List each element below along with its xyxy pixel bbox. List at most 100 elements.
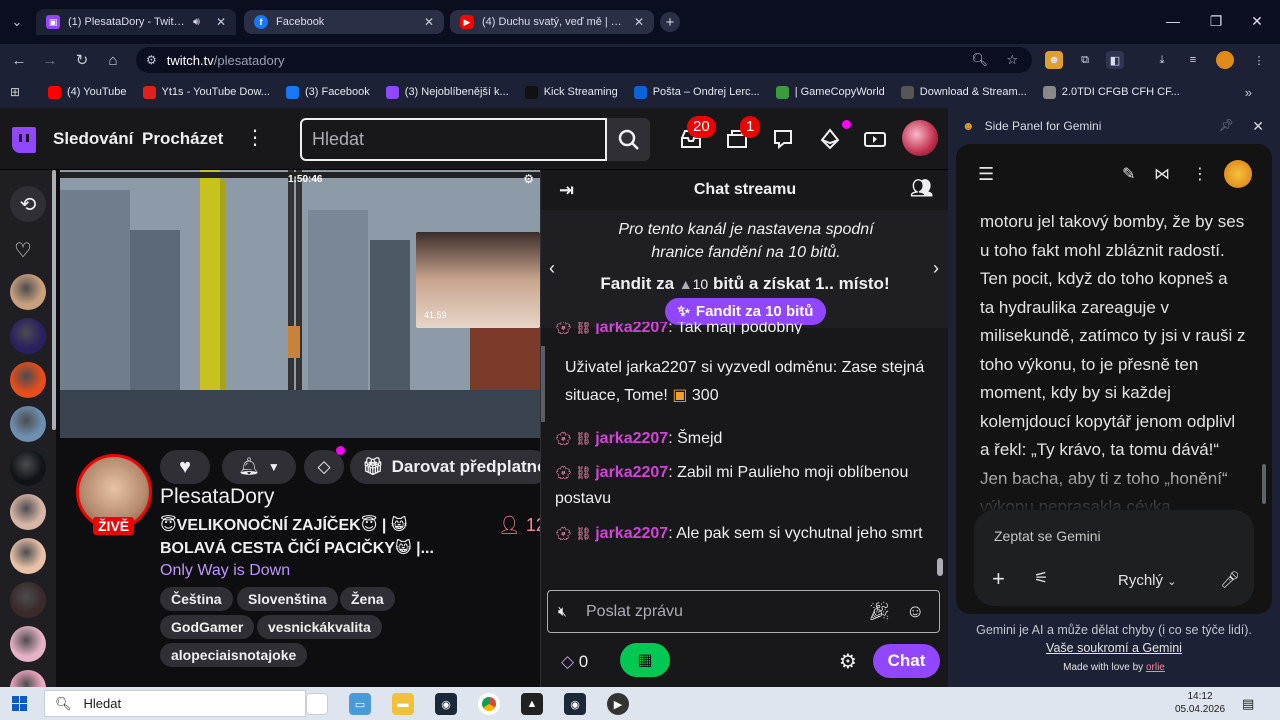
followed-channel-avatar[interactable] (10, 274, 46, 310)
gemini-prompt-box[interactable]: Zeptat se Gemini + ⚟ Rychlý ⌄ 🎤︎ (974, 510, 1254, 606)
download-icon[interactable]: ⤓ (1153, 51, 1171, 69)
nav-browse[interactable]: Procházet (142, 129, 223, 149)
followed-channel-avatar[interactable] (10, 362, 46, 398)
search-button[interactable] (607, 118, 650, 161)
gemini-profile-avatar[interactable] (1224, 160, 1252, 188)
media-queue-icon[interactable]: ≡ (1184, 51, 1202, 69)
browser-menu-icon[interactable]: ⋮ (1250, 51, 1268, 69)
followed-channel-avatar[interactable] (10, 450, 46, 486)
bookmark-star-icon[interactable]: ☆ (1006, 52, 1018, 68)
turbo-icon[interactable] (863, 127, 887, 151)
model-mode-select[interactable]: Rychlý ⌄ (1118, 572, 1176, 589)
gift-bits-button[interactable]: ◇ (304, 450, 344, 484)
bookmark-item[interactable]: 2.0TDI CFGB CFH CF... (1042, 85, 1180, 99)
tag[interactable]: vesnickákvalita (257, 615, 382, 639)
user-avatar[interactable] (902, 120, 938, 156)
tab-facebook[interactable]: f Facebook ✕ (244, 10, 444, 34)
new-tab-button[interactable]: + (660, 12, 680, 32)
followed-channel-avatar[interactable] (10, 494, 46, 530)
close-tab-icon[interactable]: ✕ (634, 15, 644, 29)
bookmark-item[interactable]: Pošta – Ondrej Lerc... (633, 85, 760, 99)
steam-icon[interactable]: ◉ (564, 693, 586, 715)
more-icon[interactable]: ⋮ (245, 128, 265, 150)
tools-icon[interactable]: ⚟ (1034, 568, 1048, 588)
back-icon[interactable]: ← (9, 50, 29, 70)
forward-icon[interactable]: → (40, 50, 60, 70)
game-link[interactable]: Only Way is Down (160, 562, 290, 580)
search-input[interactable]: Hledat (300, 118, 607, 161)
cheer-button[interactable]: ✨︎ Fandit za 10 bitů (665, 298, 826, 325)
collapse-chat-icon[interactable]: ⇥ (559, 180, 574, 201)
chat-settings-icon[interactable]: ⚙ (839, 649, 857, 674)
community-icon[interactable]: 👥︎ (910, 178, 933, 199)
muted-speaker-icon[interactable]: 🔇︎ (558, 603, 567, 620)
chrome-icon[interactable] (478, 693, 500, 715)
bookmark-item[interactable]: Kick Streaming (524, 85, 618, 99)
side-panel-icon[interactable]: ◧ (1106, 51, 1124, 69)
tag[interactable]: Slovenština (237, 587, 338, 611)
emote-smiley-icon[interactable]: ☺ (906, 601, 924, 622)
cheer-party-icon[interactable]: 🎉︎ (868, 601, 891, 622)
chat-username[interactable]: jarka2207 (595, 430, 668, 447)
taskbar-clock[interactable]: 14:12 05.04.2026 (1170, 690, 1230, 716)
desktop-app-icon[interactable]: ▭ (349, 693, 371, 715)
unpin-icon[interactable]: 📌︎ (1219, 118, 1234, 132)
bookmark-item[interactable]: Yt1s - YouTube Dow... (142, 85, 270, 99)
close-window-icon[interactable]: ✕ (1248, 12, 1266, 30)
reload-icon[interactable]: ↻ (72, 50, 92, 70)
bookmark-item[interactable]: (3) Facebook (285, 85, 370, 99)
tab-youtube[interactable]: ▶ (4) Duchu svatý, veď mě | Temp ✕ (450, 10, 654, 34)
new-chat-icon[interactable]: ✎ (1122, 164, 1135, 184)
bookmark-item[interactable]: (3) Nejoblíbenější k... (385, 85, 509, 99)
collapse-sidebar-icon[interactable]: ⟲ (10, 186, 46, 222)
microphone-icon[interactable]: 🎤︎ (1220, 570, 1240, 590)
extension-face-icon[interactable]: ☻ (1045, 51, 1063, 69)
home-icon[interactable]: ⌂ (103, 50, 123, 70)
nav-following[interactable]: Sledování (53, 129, 133, 149)
profile-avatar-icon[interactable] (1216, 51, 1234, 69)
more-bookmarks-icon[interactable]: » (1245, 85, 1252, 100)
steam-icon[interactable]: ◉ (435, 693, 457, 715)
close-panel-icon[interactable]: ✕ (1252, 118, 1264, 135)
menu-icon[interactable]: ☰ (978, 164, 994, 185)
bookmark-item[interactable]: | GameCopyWorld (775, 85, 885, 99)
followed-channel-avatar[interactable] (10, 582, 46, 618)
windows-start-icon[interactable] (12, 696, 27, 711)
channel-name[interactable]: PlesataDory (160, 485, 274, 509)
privacy-link[interactable]: Vaše soukromí a Gemini (1046, 641, 1182, 655)
share-icon[interactable]: ⋈ (1154, 164, 1170, 184)
author-link[interactable]: orlie (1146, 662, 1165, 673)
send-chat-button[interactable]: Chat (873, 644, 940, 678)
bookmark-item[interactable]: (4) YouTube (48, 85, 127, 99)
extensions-puzzle-icon[interactable]: ⧉ (1076, 51, 1094, 69)
zoom-icon[interactable]: 🔍︎ (971, 52, 988, 68)
tag[interactable]: Žena (340, 587, 395, 611)
media-player-icon[interactable]: ▶ (607, 693, 629, 715)
blank-app-icon[interactable] (306, 693, 328, 715)
game-app-icon[interactable]: ▲ (521, 693, 543, 715)
following-heart-icon[interactable]: ♡ (14, 238, 32, 263)
site-info-icon[interactable]: ⚙ (146, 53, 157, 67)
sidebar-scrollbar[interactable] (52, 170, 56, 430)
file-explorer-icon[interactable]: ▬ (392, 693, 414, 715)
notification-center-icon[interactable]: ▤ (1242, 696, 1254, 712)
close-tab-icon[interactable]: ✕ (216, 15, 226, 29)
chat-username[interactable]: jarka2207 (595, 525, 668, 542)
tab-search-icon[interactable]: ⌄ (6, 11, 28, 33)
add-icon[interactable]: + (992, 566, 1005, 592)
followed-channel-avatar[interactable] (10, 626, 46, 662)
whispers-icon[interactable] (771, 127, 795, 151)
more-options-icon[interactable]: ⋮ (1192, 164, 1208, 184)
gift-subscription-button[interactable]: 🎁︎ Darovat předplatné (350, 450, 540, 484)
chat-username[interactable]: jarka2207 (595, 322, 668, 334)
close-tab-icon[interactable]: ✕ (424, 15, 434, 29)
restore-icon[interactable]: ❐ (1207, 12, 1225, 30)
tag[interactable]: Čeština (160, 587, 233, 611)
taskbar-search[interactable]: 🔍︎ Hledat (44, 690, 306, 717)
tab-twitch[interactable]: ▣ (1) PlesataDory - Twitch 🔊︎ ✕ (36, 9, 236, 35)
gemini-scrollbar[interactable] (1262, 464, 1266, 504)
tag[interactable]: GodGamer (160, 615, 255, 639)
chat-scrollbar[interactable] (937, 558, 943, 576)
speaker-icon[interactable]: 🔊︎ (193, 16, 200, 29)
chat-username[interactable]: jarka2207 (595, 464, 668, 481)
